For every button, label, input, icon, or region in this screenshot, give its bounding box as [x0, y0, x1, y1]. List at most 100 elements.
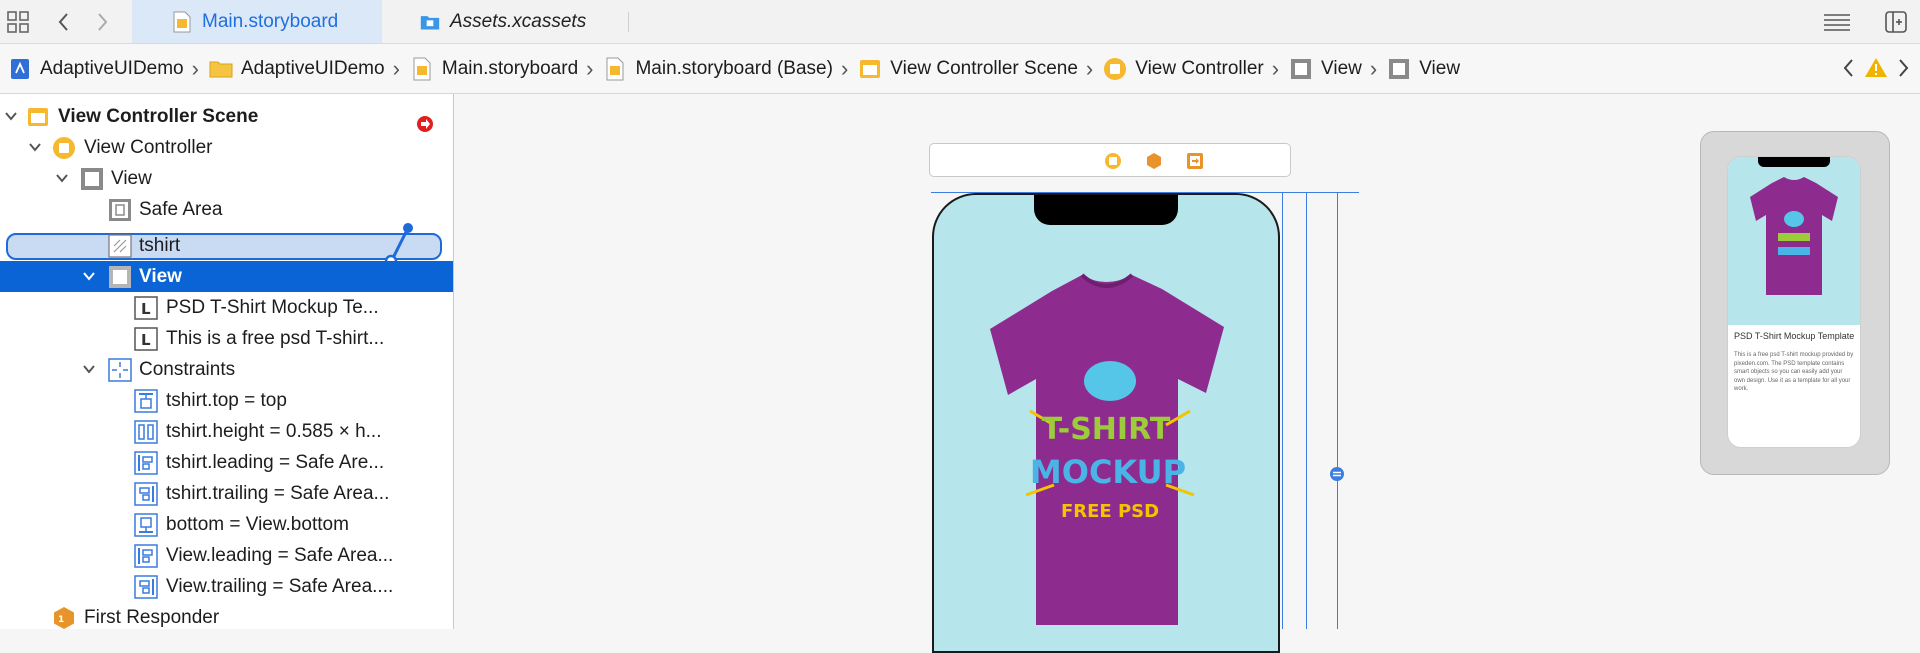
- outline-item-view[interactable]: View: [0, 163, 453, 194]
- alignment-guide: [1282, 192, 1283, 629]
- outline-label: tshirt.top = top: [166, 390, 287, 411]
- outline-item-label[interactable]: L PSD T-Shirt Mockup Te...: [0, 292, 453, 323]
- tab-assets-xcassets[interactable]: Assets.xcassets: [408, 0, 628, 43]
- add-editor-icon[interactable]: [1884, 10, 1908, 34]
- first-responder-icon: 1: [54, 607, 74, 629]
- outline-item-first-responder[interactable]: 1 First Responder: [0, 602, 453, 633]
- tshirt-image[interactable]: T-SHIRT MOCKUP FREE PSD: [934, 225, 1278, 653]
- image-view-icon: [108, 234, 132, 258]
- tab-main-storyboard[interactable]: Main.storyboard: [132, 0, 382, 43]
- scene-icon: [28, 108, 48, 126]
- outline-item-constraints[interactable]: Constraints: [0, 354, 453, 385]
- device-frame[interactable]: T-SHIRT MOCKUP FREE PSD: [932, 193, 1280, 653]
- document-outline: View Controller Scene View Controller Vi…: [0, 94, 454, 629]
- constraint-item[interactable]: View.leading = Safe Area...: [0, 540, 453, 571]
- outline-label: View: [111, 168, 152, 189]
- chevron-right-icon: ›: [1271, 55, 1280, 81]
- label-icon: L: [134, 296, 158, 320]
- warning-icon[interactable]: [1864, 56, 1888, 80]
- view-controller-icon: [53, 137, 75, 159]
- label-icon: L: [134, 327, 158, 351]
- outline-label: tshirt.height = 0.585 × h...: [166, 421, 382, 442]
- breadcrumb-label: View: [1321, 57, 1362, 79]
- view-icon: [81, 168, 103, 190]
- outline-item-scene[interactable]: View Controller Scene: [0, 101, 453, 132]
- exit-arrow-icon[interactable]: [416, 115, 434, 133]
- outline-label: View: [139, 266, 182, 287]
- outline-item-tshirt[interactable]: tshirt: [0, 223, 453, 268]
- constraint-item[interactable]: tshirt.leading = Safe Are...: [0, 447, 453, 478]
- outline-item-label[interactable]: L This is a free psd T-shirt...: [0, 323, 453, 354]
- chevron-down-icon[interactable]: [82, 269, 96, 283]
- breadcrumb-item-view-controller[interactable]: View Controller ›: [1103, 56, 1289, 82]
- constraint-item[interactable]: tshirt.trailing = Safe Area...: [0, 478, 453, 509]
- exit-icon[interactable]: [1186, 152, 1204, 170]
- constraint-item[interactable]: tshirt.top = top: [0, 385, 453, 416]
- grid-icon[interactable]: [6, 10, 30, 34]
- issue-navigation: [1840, 56, 1912, 80]
- breadcrumb-item-storyboard-base[interactable]: Main.storyboard (Base) ›: [603, 56, 858, 82]
- tab-label: Assets.xcassets: [450, 10, 587, 32]
- leading-constraint-icon: [134, 544, 158, 568]
- svg-text:L: L: [141, 331, 151, 349]
- constraint-item[interactable]: bottom = View.bottom: [0, 509, 453, 540]
- leading-constraint-icon: [134, 451, 158, 475]
- breadcrumb-label: AdaptiveUIDemo: [240, 57, 385, 79]
- chevron-down-icon[interactable]: [28, 140, 42, 154]
- project-icon: [11, 58, 29, 79]
- print-line-2: MOCKUP: [1030, 453, 1186, 491]
- outline-label: Constraints: [139, 359, 236, 380]
- breadcrumb-item-folder[interactable]: AdaptiveUIDemo ›: [209, 56, 410, 82]
- chevron-right-icon: ›: [392, 55, 400, 81]
- breadcrumb-item-view-selected[interactable]: View: [1387, 57, 1460, 81]
- outline-label: View Controller: [84, 137, 213, 158]
- chevron-down-icon[interactable]: [4, 109, 18, 123]
- view-controller-icon[interactable]: [1104, 152, 1122, 170]
- first-responder-icon[interactable]: [1145, 152, 1163, 170]
- chevron-left-icon[interactable]: [52, 10, 76, 34]
- chevron-right-icon: ›: [191, 55, 199, 81]
- outline-item-view-controller[interactable]: View Controller: [0, 132, 453, 163]
- breadcrumb-item-storyboard[interactable]: Main.storyboard ›: [410, 56, 604, 82]
- storyboard-canvas[interactable]: T-SHIRT MOCKUP FREE PSD PSD T-Shirt Mock…: [455, 94, 1920, 653]
- chevron-down-icon[interactable]: [82, 362, 96, 376]
- alignment-guide: [1337, 192, 1338, 629]
- breadcrumb-item-scene[interactable]: View Controller Scene ›: [858, 56, 1103, 82]
- bottom-constraint-icon: [134, 513, 158, 537]
- constraint-handle-icon[interactable]: [1329, 466, 1345, 482]
- constraint-item[interactable]: tshirt.height = 0.585 × h...: [0, 416, 453, 447]
- print-line-1: T-SHIRT: [1042, 412, 1171, 447]
- storyboard-file-icon: [606, 57, 624, 80]
- outline-label: View.trailing = Safe Area....: [166, 576, 394, 597]
- breadcrumb-item-project[interactable]: AdaptiveUIDemo ›: [8, 56, 209, 82]
- outline-label: View Controller Scene: [58, 106, 259, 127]
- lines-icon[interactable]: [1822, 10, 1852, 34]
- scene-preview[interactable]: PSD T-Shirt Mockup Template This is a fr…: [1700, 131, 1890, 475]
- view-icon: [1389, 58, 1410, 79]
- device-notch: [1034, 195, 1178, 225]
- outline-label: tshirt.trailing = Safe Area...: [166, 483, 390, 504]
- constraint-item[interactable]: View.trailing = Safe Area....: [0, 571, 453, 602]
- preview-body: This is a free psd T-shirt mockup provid…: [1734, 352, 1854, 392]
- chevron-right-icon[interactable]: [90, 10, 114, 34]
- trailing-constraint-icon: [134, 482, 158, 506]
- view-controller-icon: [1104, 57, 1127, 80]
- chevron-left-icon[interactable]: [1840, 56, 1856, 80]
- chevron-right-icon[interactable]: [1896, 56, 1912, 80]
- outline-label: tshirt.leading = Safe Are...: [166, 452, 385, 473]
- tab-label: Main.storyboard: [202, 10, 339, 32]
- preview-title: PSD T-Shirt Mockup Template: [1734, 331, 1855, 341]
- preview-image: [1728, 157, 1860, 325]
- breadcrumb-label: View: [1419, 57, 1461, 79]
- scene-dock[interactable]: [929, 143, 1291, 177]
- trailing-constraint-icon: [134, 575, 158, 599]
- asset-folder-icon: [420, 16, 440, 30]
- svg-text:L: L: [141, 300, 151, 318]
- chevron-down-icon[interactable]: [55, 171, 69, 185]
- outline-label: bottom = View.bottom: [166, 514, 349, 535]
- outline-label: First Responder: [84, 607, 220, 628]
- outline-item-view-selected[interactable]: View: [0, 261, 453, 292]
- svg-text:1: 1: [58, 615, 64, 625]
- breadcrumb-item-view[interactable]: View ›: [1289, 56, 1387, 82]
- breadcrumb-label: View Controller: [1135, 57, 1264, 79]
